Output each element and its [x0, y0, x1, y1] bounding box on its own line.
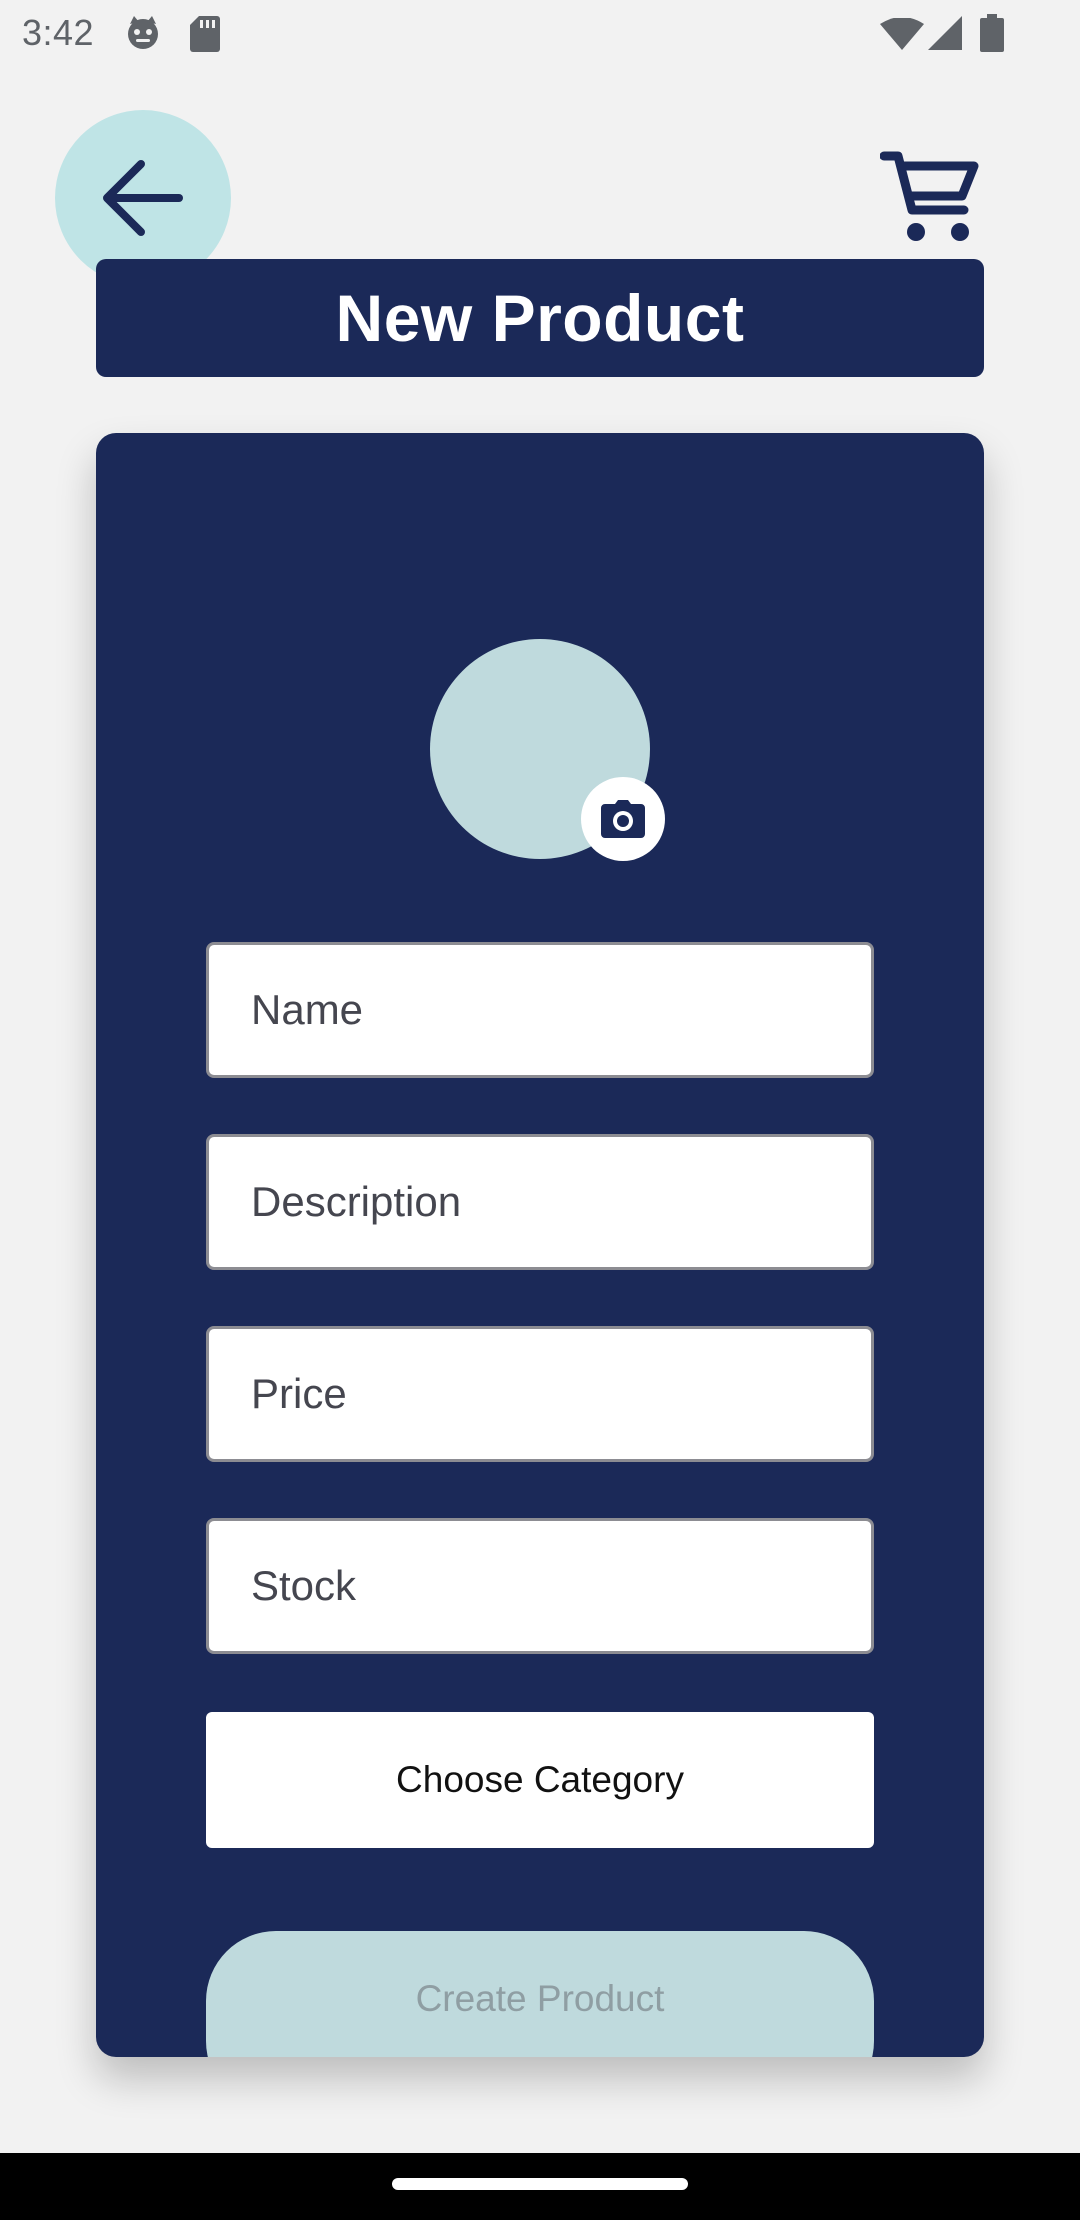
cellular-signal-icon	[928, 16, 962, 55]
choose-category-button[interactable]: Choose Category	[206, 1712, 874, 1848]
sd-card-icon	[190, 14, 220, 57]
title-banner: New Product	[96, 259, 984, 377]
stock-field[interactable]	[206, 1518, 874, 1654]
page-title: New Product	[335, 281, 745, 355]
name-field[interactable]	[206, 942, 874, 1078]
new-product-screen: 3:42 New Product Name Description Price …	[0, 0, 1080, 2220]
home-indicator[interactable]	[392, 2178, 688, 2190]
battery-icon	[980, 14, 1004, 57]
status-time: 3:42	[22, 12, 95, 53]
arrow-back-icon	[103, 160, 183, 236]
description-field[interactable]	[206, 1134, 874, 1270]
camera-icon	[601, 800, 645, 838]
price-field[interactable]	[206, 1326, 874, 1462]
camera-button[interactable]	[581, 777, 665, 861]
cart-button[interactable]	[879, 150, 980, 245]
status-bar: 3:42	[0, 0, 1080, 66]
shopping-cart-icon	[879, 151, 979, 241]
create-product-button[interactable]: Create Product	[206, 1931, 874, 2057]
navigation-bar	[0, 2153, 1080, 2220]
cat-notification-icon	[124, 14, 162, 57]
wifi-icon	[880, 17, 924, 55]
product-form-card: Choose Category Create Product	[96, 433, 984, 2057]
